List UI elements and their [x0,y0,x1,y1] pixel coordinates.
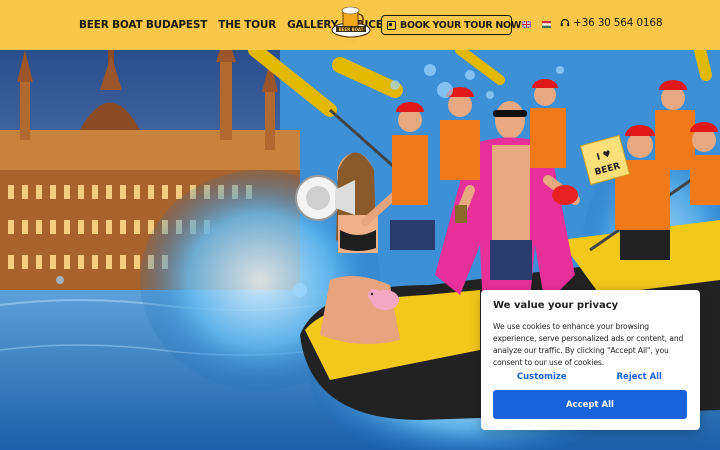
cookie-body: We use cookies to enhance your browsing … [493,322,684,367]
calendar-icon [387,20,396,30]
uk-flag-icon[interactable] [522,21,531,28]
cookie-title: We value your privacy [493,300,619,311]
site-header: BEER BOAT BUDAPEST THE TOUR GALLERY PRIC… [0,0,720,50]
book-tour-label: BOOK YOUR TOUR NOW! [400,19,526,31]
phone-contact[interactable]: +36 30 564 0168 [560,17,662,29]
reject-all-button[interactable]: Reject All [591,370,689,384]
book-tour-button[interactable]: BOOK YOUR TOUR NOW! [381,15,525,35]
hu-flag-icon[interactable] [542,21,551,28]
nav-item-the-tour[interactable]: THE TOUR [218,19,276,31]
accept-all-button[interactable]: Accept All [493,390,687,419]
svg-text:BEER BOAT: BEER BOAT [339,27,364,32]
cookie-secondary-actions: Customize Reject All [493,370,688,384]
beer-boat-logo-icon: BEER BOAT · · · · · [331,6,371,43]
customize-button[interactable]: Customize [493,370,591,384]
svg-text:· · · · ·: · · · · · [347,39,356,43]
nav-item-beer-boat-budapest[interactable]: BEER BOAT BUDAPEST [79,19,207,31]
phone-number: +36 30 564 0168 [573,17,663,29]
beer-boat-logo[interactable]: BEER BOAT · · · · · [330,4,372,46]
cookie-consent-dialog: We value your privacy We use cookies to … [481,290,700,430]
headset-icon [560,18,570,27]
